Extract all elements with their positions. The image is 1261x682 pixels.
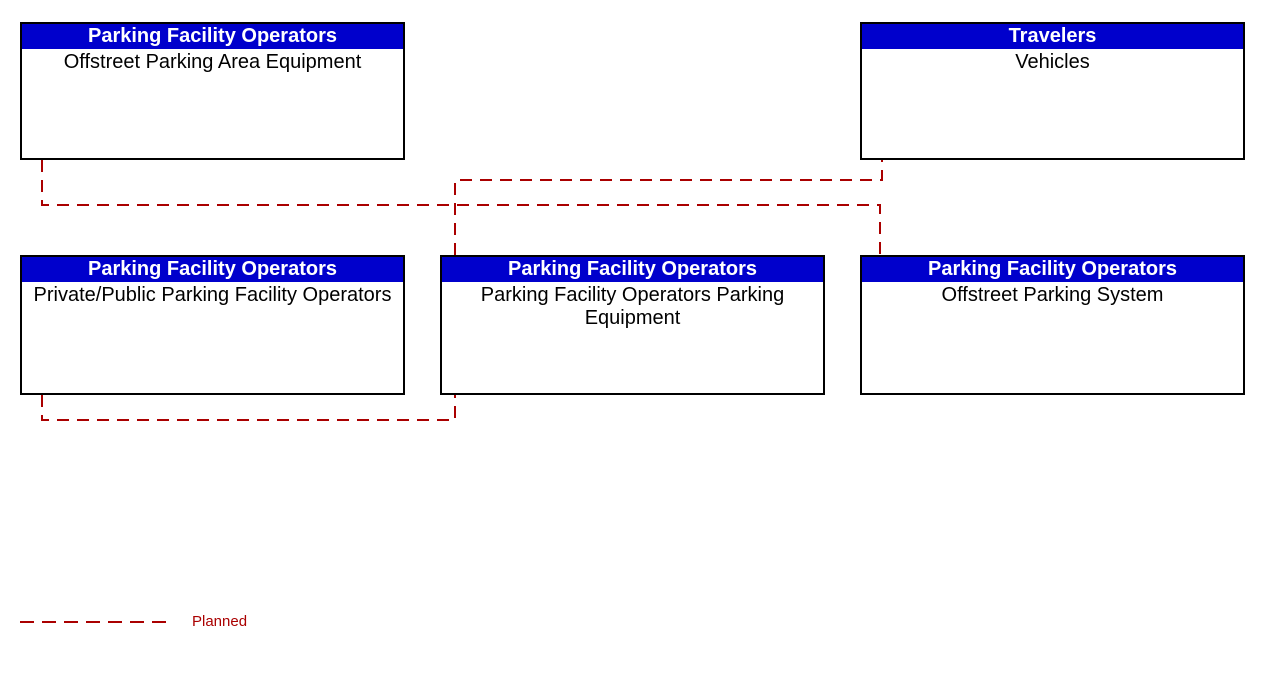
box-offstreet-parking-area-equipment: Parking Facility Operators Offstreet Par… (20, 22, 405, 160)
box-header: Parking Facility Operators (862, 257, 1243, 282)
box-private-public-parking-facility-operators: Parking Facility Operators Private/Publi… (20, 255, 405, 395)
box-header: Parking Facility Operators (442, 257, 823, 282)
box-header: Parking Facility Operators (22, 257, 403, 282)
box-body: Private/Public Parking Facility Operator… (22, 282, 403, 309)
box-body: Offstreet Parking Area Equipment (22, 49, 403, 76)
conn-b3-b4 (42, 395, 455, 420)
conn-b1-b5 (42, 160, 880, 255)
box-header: Parking Facility Operators (22, 24, 403, 49)
box-offstreet-parking-system: Parking Facility Operators Offstreet Par… (860, 255, 1245, 395)
conn-b4-b2 (455, 160, 882, 255)
box-vehicles: Travelers Vehicles (860, 22, 1245, 160)
box-body: Vehicles (862, 49, 1243, 76)
legend: Planned (20, 613, 247, 630)
legend-label: Planned (192, 613, 247, 630)
box-body: Offstreet Parking System (862, 282, 1243, 309)
legend-line-icon (20, 616, 170, 628)
box-body: Parking Facility Operators Parking Equip… (442, 282, 823, 332)
box-parking-facility-operators-parking-equipment: Parking Facility Operators Parking Facil… (440, 255, 825, 395)
box-header: Travelers (862, 24, 1243, 49)
